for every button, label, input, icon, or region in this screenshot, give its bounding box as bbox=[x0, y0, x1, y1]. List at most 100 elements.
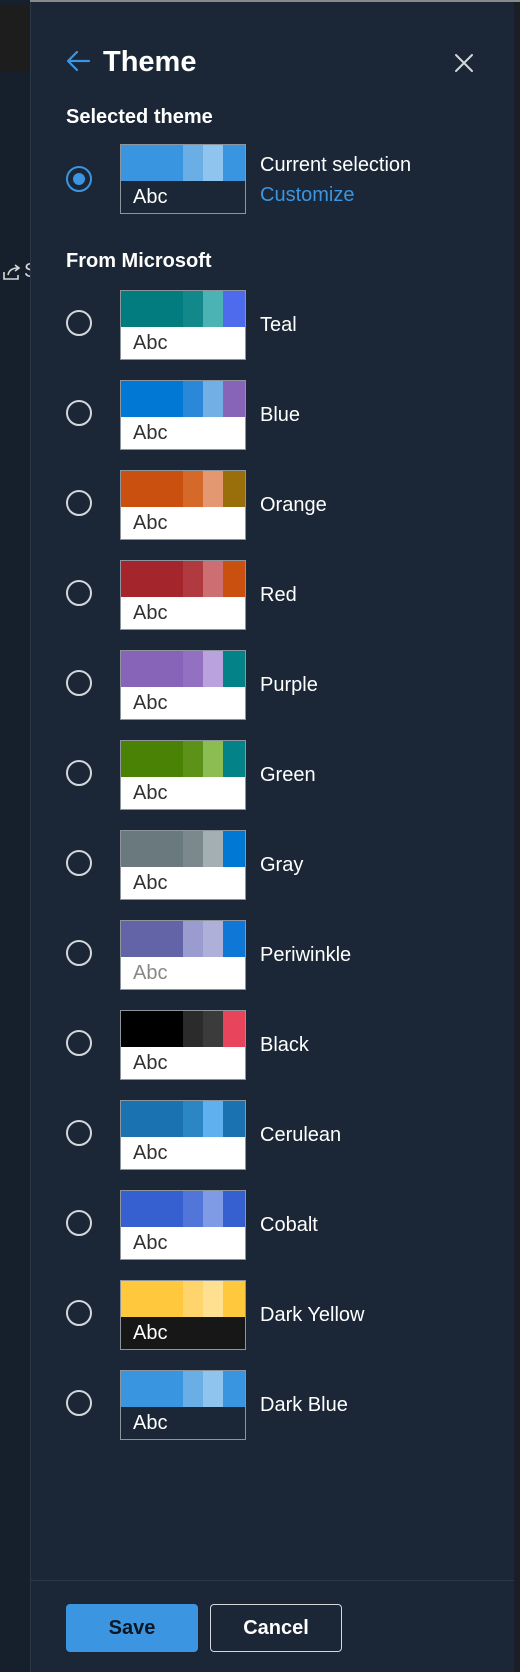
theme-row[interactable]: Abc Green bbox=[30, 740, 514, 810]
swatch-sample-text: Abc bbox=[121, 867, 245, 899]
footer-divider bbox=[30, 1580, 514, 1581]
theme-name: Black bbox=[260, 1034, 309, 1056]
theme-row[interactable]: Abc Orange bbox=[30, 470, 514, 540]
swatch-sample-text: Abc bbox=[121, 597, 245, 629]
swatch-sample-text: Abc bbox=[121, 687, 245, 719]
swatch-sample-text: Abc bbox=[121, 507, 245, 539]
swatch-color-tertiary bbox=[203, 651, 223, 687]
theme-row[interactable]: Abc Purple bbox=[30, 650, 514, 720]
theme-swatch[interactable]: Abc bbox=[120, 470, 246, 540]
swatch-color-tertiary bbox=[203, 921, 223, 957]
theme-radio[interactable] bbox=[66, 1300, 92, 1326]
theme-row[interactable]: Abc Gray bbox=[30, 830, 514, 900]
theme-radio[interactable] bbox=[66, 310, 92, 336]
theme-swatch[interactable]: Abc bbox=[120, 920, 246, 990]
swatch-color-tertiary bbox=[203, 291, 223, 327]
theme-radio[interactable] bbox=[66, 1210, 92, 1236]
theme-row[interactable]: Abc Black bbox=[30, 1010, 514, 1080]
theme-row[interactable]: Abc Dark Yellow bbox=[30, 1280, 514, 1350]
save-button[interactable]: Save bbox=[66, 1604, 198, 1652]
theme-name: Green bbox=[260, 764, 316, 786]
swatch-color-secondary bbox=[183, 741, 203, 777]
swatch-color-bar bbox=[121, 921, 245, 957]
theme-row[interactable]: Abc Blue bbox=[30, 380, 514, 450]
swatch-color-secondary bbox=[183, 381, 203, 417]
theme-radio[interactable] bbox=[66, 1390, 92, 1416]
swatch-color-tertiary bbox=[203, 145, 223, 181]
theme-radio[interactable] bbox=[66, 670, 92, 696]
swatch-sample-text: Abc bbox=[121, 181, 245, 213]
theme-swatch[interactable]: Abc bbox=[120, 380, 246, 450]
swatch-sample-text: Abc bbox=[121, 1407, 245, 1439]
theme-name: Blue bbox=[260, 404, 301, 426]
theme-swatch[interactable]: Abc bbox=[120, 290, 246, 360]
current-theme-radio[interactable] bbox=[66, 166, 92, 192]
swatch-color-secondary bbox=[183, 1281, 203, 1317]
theme-swatch[interactable]: Abc bbox=[120, 830, 246, 900]
theme-swatch[interactable]: Abc bbox=[120, 740, 246, 810]
background-share-button: S bbox=[0, 258, 30, 288]
swatch-sample-text: Abc bbox=[121, 957, 245, 989]
theme-radio[interactable] bbox=[66, 490, 92, 516]
swatch-color-primary bbox=[121, 471, 183, 507]
swatch-color-accent bbox=[223, 471, 245, 507]
theme-radio[interactable] bbox=[66, 400, 92, 426]
theme-swatch[interactable]: Abc bbox=[120, 1190, 246, 1260]
theme-swatch[interactable]: Abc bbox=[120, 650, 246, 720]
close-button[interactable] bbox=[449, 48, 479, 78]
theme-row[interactable]: Abc Teal bbox=[30, 290, 514, 360]
swatch-color-secondary bbox=[183, 831, 203, 867]
theme-name: Dark Blue bbox=[260, 1394, 348, 1416]
share-icon bbox=[3, 264, 21, 280]
panel-title: Theme bbox=[103, 46, 197, 78]
theme-swatch[interactable]: Abc bbox=[120, 1010, 246, 1080]
theme-swatch[interactable]: Abc bbox=[120, 1100, 246, 1170]
swatch-color-primary bbox=[121, 651, 183, 687]
swatch-color-accent bbox=[223, 1371, 245, 1407]
theme-row[interactable]: Abc Cerulean bbox=[30, 1100, 514, 1170]
theme-radio[interactable] bbox=[66, 1030, 92, 1056]
theme-radio[interactable] bbox=[66, 850, 92, 876]
swatch-color-tertiary bbox=[203, 381, 223, 417]
theme-radio[interactable] bbox=[66, 760, 92, 786]
theme-row[interactable]: Abc Dark Blue bbox=[30, 1370, 514, 1440]
swatch-color-primary bbox=[121, 1371, 183, 1407]
arrow-left-icon bbox=[66, 50, 91, 72]
theme-swatch[interactable]: Abc bbox=[120, 560, 246, 630]
current-theme-swatch[interactable]: Abc bbox=[120, 144, 246, 214]
theme-row[interactable]: Abc Cobalt bbox=[30, 1190, 514, 1260]
swatch-color-accent bbox=[223, 1101, 245, 1137]
swatch-color-tertiary bbox=[203, 1011, 223, 1047]
swatch-color-secondary bbox=[183, 921, 203, 957]
swatch-color-tertiary bbox=[203, 1191, 223, 1227]
swatch-color-primary bbox=[121, 921, 183, 957]
customize-link[interactable]: Customize bbox=[260, 182, 354, 208]
swatch-color-primary bbox=[121, 1101, 183, 1137]
theme-name: Gray bbox=[260, 854, 304, 876]
scrollbar-track[interactable] bbox=[514, 2, 520, 1672]
swatch-color-secondary bbox=[183, 561, 203, 597]
theme-name: Periwinkle bbox=[260, 944, 352, 966]
swatch-color-bar bbox=[121, 741, 245, 777]
theme-radio[interactable] bbox=[66, 940, 92, 966]
swatch-color-accent bbox=[223, 381, 245, 417]
cancel-button[interactable]: Cancel bbox=[210, 1604, 342, 1652]
swatch-color-tertiary bbox=[203, 1101, 223, 1137]
swatch-color-primary bbox=[121, 291, 183, 327]
swatch-color-accent bbox=[223, 1191, 245, 1227]
swatch-color-bar bbox=[121, 471, 245, 507]
theme-row[interactable]: Abc Red bbox=[30, 560, 514, 630]
theme-swatch[interactable]: Abc bbox=[120, 1370, 246, 1440]
swatch-color-secondary bbox=[183, 291, 203, 327]
theme-row[interactable]: Abc Periwinkle bbox=[30, 920, 514, 990]
swatch-color-accent bbox=[223, 741, 245, 777]
swatch-sample-text: Abc bbox=[121, 327, 245, 359]
theme-radio[interactable] bbox=[66, 580, 92, 606]
swatch-sample-text: Abc bbox=[121, 1137, 245, 1169]
back-button[interactable] bbox=[63, 46, 93, 76]
swatch-color-primary bbox=[121, 1011, 183, 1047]
theme-radio[interactable] bbox=[66, 1120, 92, 1146]
swatch-color-primary bbox=[121, 1281, 183, 1317]
theme-swatch[interactable]: Abc bbox=[120, 1280, 246, 1350]
swatch-color-secondary bbox=[183, 651, 203, 687]
